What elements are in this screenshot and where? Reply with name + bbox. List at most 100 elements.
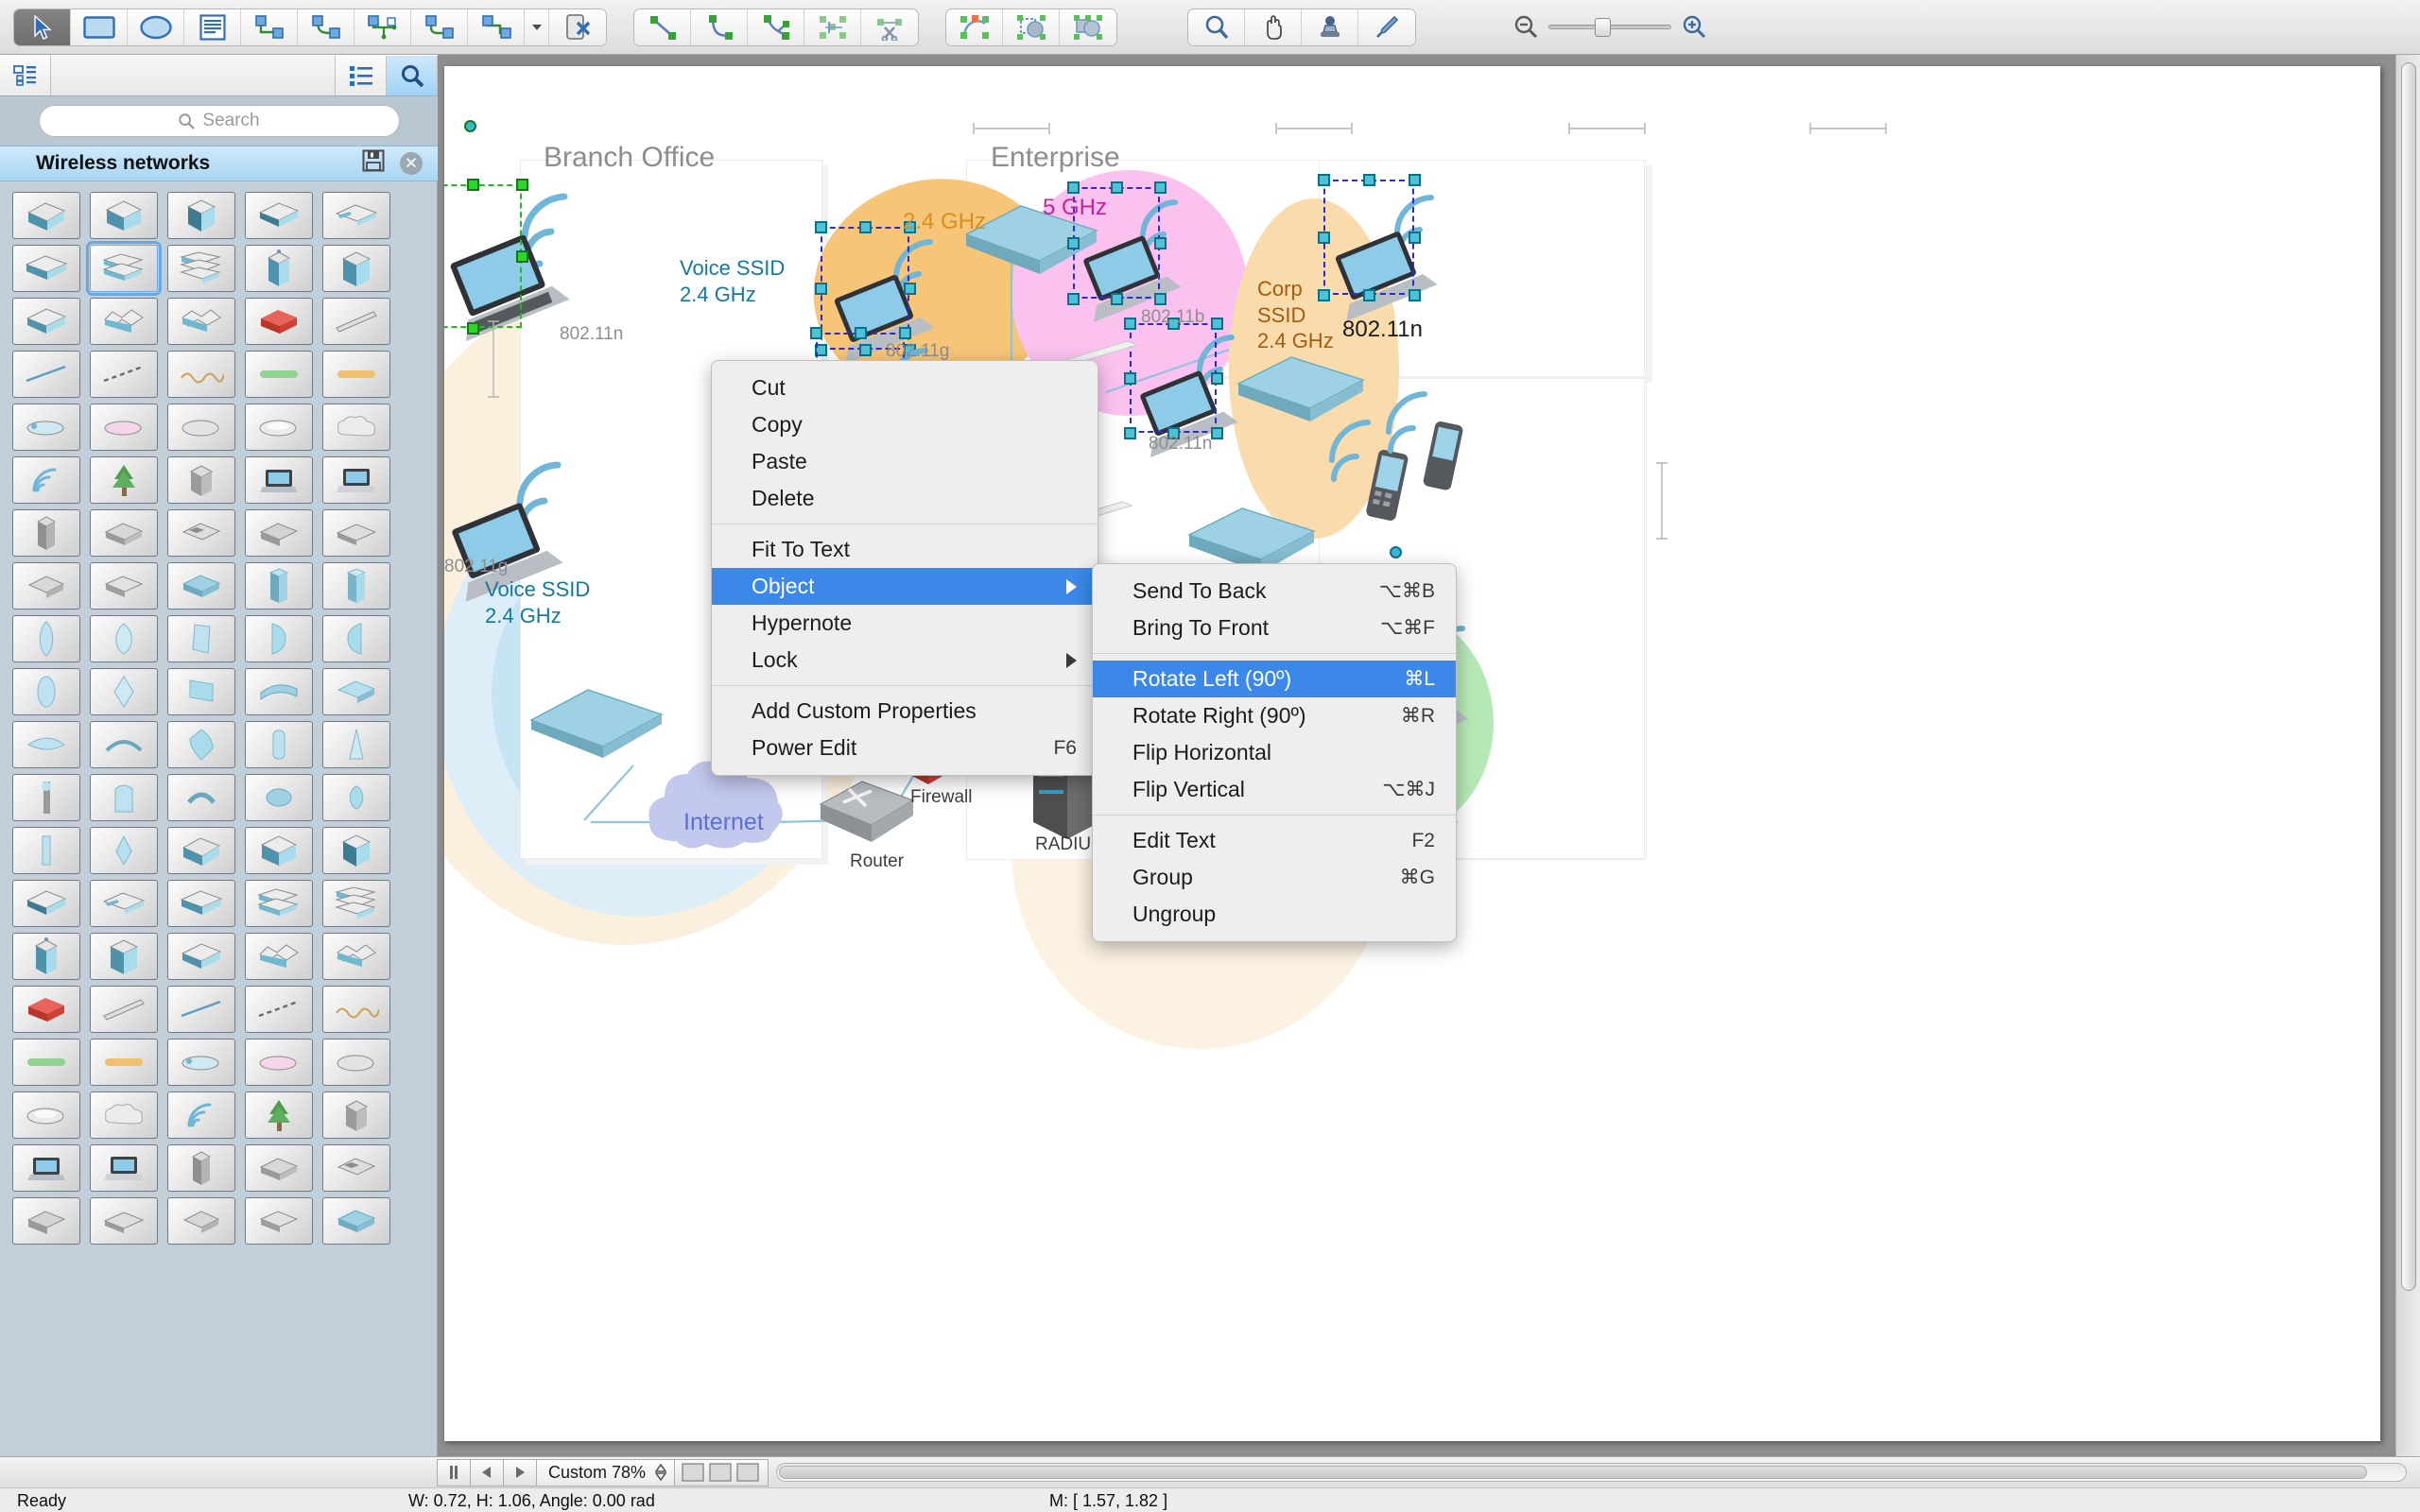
stencil-shape-53[interactable] [245,721,313,768]
router-label[interactable]: Router [850,850,904,873]
stencil-shape-81[interactable] [90,1039,158,1086]
stencil-shape-63[interactable] [245,827,313,874]
context-menu[interactable]: CutCopyPasteDeleteFit To TextObjectHyper… [711,360,1098,776]
next-page-button[interactable] [503,1459,537,1486]
smart-connector-tool[interactable] [468,9,525,45]
stamp-tool[interactable] [1302,9,1358,45]
list-view-icon[interactable] [336,56,387,95]
stencil-shape-48[interactable] [245,668,313,715]
stencil-shape-24[interactable] [322,404,390,451]
stencil-shape-49[interactable] [322,668,390,715]
trim-tool[interactable] [861,9,918,45]
wifi-phone-2[interactable] [1375,373,1489,510]
stencil-shape-60[interactable] [12,827,80,874]
stencil-shape-26[interactable] [90,456,158,504]
stencil-shape-40[interactable] [12,615,80,662]
stencil-shape-23[interactable] [245,404,313,451]
submenu-edit-text[interactable]: Edit TextF2 [1093,822,1456,859]
menu-cut[interactable]: Cut [712,369,1098,406]
band-5ghz[interactable]: 5 GHz [1043,194,1107,222]
stencil-shape-59[interactable] [322,774,390,821]
line-tool[interactable] [634,9,691,45]
stencil-shape-47[interactable] [167,668,235,715]
pause-button[interactable] [437,1459,471,1486]
stencil-shape-57[interactable] [167,774,235,821]
tree-connector-tool[interactable] [354,9,411,45]
stencil-shape-68[interactable] [245,880,313,927]
submenu-rotate-left[interactable]: Rotate Left (90º)⌘L [1093,661,1456,697]
stencil-shape-17[interactable] [167,351,235,398]
polyline-tool[interactable] [748,9,804,45]
stencil-shape-92[interactable] [167,1144,235,1192]
stencil-shape-75[interactable] [12,986,80,1033]
text-tool[interactable] [184,9,241,45]
stencil-shape-32[interactable] [167,509,235,557]
branch-laptop-1-selection[interactable] [444,184,522,328]
stencil-shape-39[interactable] [322,562,390,610]
stencil-shape-70[interactable] [12,933,80,980]
stencil-shape-96[interactable] [90,1197,158,1245]
menu-fit-to-text[interactable]: Fit To Text [712,531,1098,568]
menu-paste[interactable]: Paste [712,443,1098,480]
stencil-shape-11[interactable] [90,298,158,345]
stencil-shape-14[interactable] [322,298,390,345]
close-icon[interactable]: ✕ [400,152,423,175]
internet-cloud-label[interactable]: Internet [683,808,764,837]
page-view-buttons[interactable] [674,1459,769,1486]
menu-add-custom-properties[interactable]: Add Custom Properties [712,693,1098,730]
resize-handle[interactable] [516,250,528,263]
submenu-group[interactable]: Group⌘G [1093,859,1456,896]
stencil-shape-10[interactable] [12,298,80,345]
stencil-shape-36[interactable] [90,562,158,610]
union-tool[interactable] [1003,9,1060,45]
vertical-scroll-thumb[interactable] [2401,62,2416,1291]
zoom-level-selector[interactable]: Custom 78% [536,1459,675,1486]
arc-tool[interactable] [691,9,748,45]
ent-laptop3-standard[interactable]: 802.11n [1149,433,1212,455]
previous-page-button[interactable] [470,1459,504,1486]
stencil-shape-1[interactable] [90,192,158,239]
stencil-shape-31[interactable] [90,509,158,557]
stencil-shape-50[interactable] [12,721,80,768]
stencil-shape-91[interactable] [90,1144,158,1192]
stencil-shape-9[interactable] [322,245,390,292]
stencil-shape-42[interactable] [167,615,235,662]
stencil-shape-77[interactable] [167,986,235,1033]
zoom-slider-control[interactable] [1512,13,1707,40]
stencil-shape-7[interactable] [167,245,235,292]
stencil-shape-0[interactable] [12,192,80,239]
submenu-rotate-right[interactable]: Rotate Right (90º)⌘R [1093,697,1456,734]
stencil-shape-76[interactable] [90,986,158,1033]
resize-handle[interactable] [467,179,479,191]
canvas-vertical-scrollbar[interactable] [2395,55,2420,1456]
stencil-shape-20[interactable] [12,404,80,451]
stencil-shape-83[interactable] [245,1039,313,1086]
submenu-send-to-back[interactable]: Send To Back⌥⌘B [1093,573,1456,610]
stencil-shape-22[interactable] [167,404,235,451]
stencil-shape-28[interactable] [245,456,313,504]
stencil-shape-55[interactable] [12,774,80,821]
stencil-shape-41[interactable] [90,615,158,662]
stencil-shape-16[interactable] [90,351,158,398]
stencil-shape-87[interactable] [167,1091,235,1139]
stencil-shape-64[interactable] [322,827,390,874]
stencil-shape-62[interactable] [167,827,235,874]
align-tool[interactable] [804,9,861,45]
stencil-shape-65[interactable] [12,880,80,927]
stencil-shape-79[interactable] [322,986,390,1033]
stencil-shape-46[interactable] [90,668,158,715]
stencil-shape-5[interactable] [12,245,80,292]
stencil-shape-30[interactable] [12,509,80,557]
menu-lock[interactable]: Lock [712,642,1098,679]
stencil-shape-2[interactable] [167,192,235,239]
stencil-shape-82[interactable] [167,1039,235,1086]
submenu-flip-vertical[interactable]: Flip Vertical⌥⌘J [1093,771,1456,808]
stepper-icon[interactable] [655,1463,666,1482]
menu-delete[interactable]: Delete [712,480,1098,517]
ent-laptop-4-selection[interactable] [1130,323,1217,433]
menu-object[interactable]: Object [712,568,1098,605]
fragment-tool[interactable] [1060,9,1116,45]
stencil-shape-27[interactable] [167,456,235,504]
search-icon[interactable] [387,56,438,95]
stencil-shape-95[interactable] [12,1197,80,1245]
